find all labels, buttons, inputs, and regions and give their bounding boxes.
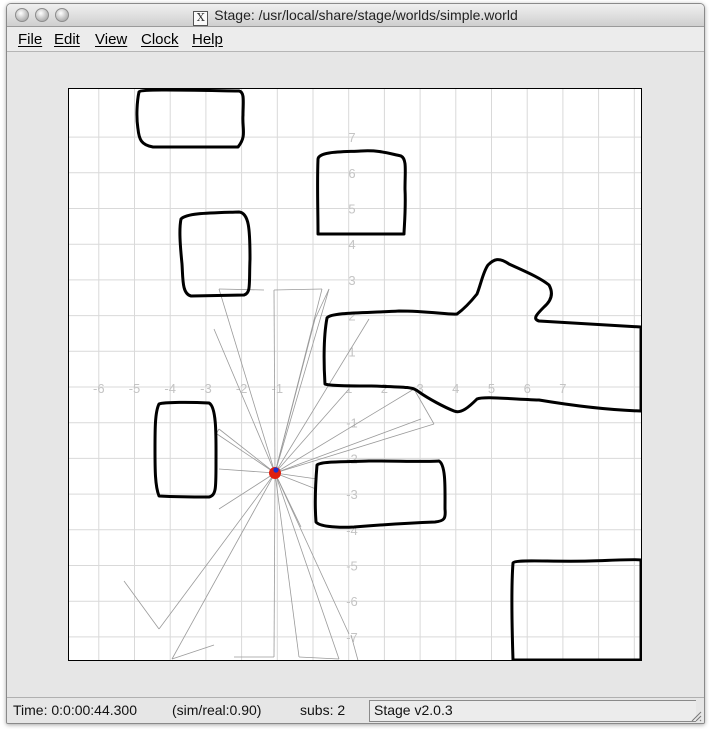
menu-view[interactable]: View bbox=[95, 31, 127, 48]
obstacle-block bbox=[153, 400, 218, 499]
laser-beam-end bbox=[273, 288, 323, 291]
laser-beam bbox=[218, 472, 276, 510]
x-tick-label: 1 bbox=[345, 381, 352, 396]
laser-beam bbox=[218, 428, 276, 474]
sim-real-ratio: (sim/real:0.90) bbox=[172, 702, 262, 718]
laser-beam bbox=[273, 289, 276, 474]
y-tick-label: -3 bbox=[346, 487, 358, 502]
y-tick-label: 3 bbox=[348, 273, 355, 288]
laser-beam bbox=[274, 318, 370, 474]
title-bar[interactable]: X Stage: /usr/local/share/stage/worlds/si… bbox=[7, 4, 704, 27]
y-tick-label: 6 bbox=[348, 166, 355, 181]
x-tick-label: 4 bbox=[452, 381, 459, 396]
robot-heading-marker bbox=[273, 467, 279, 473]
version-panel: Stage v2.0.3 bbox=[369, 700, 696, 722]
menu-file[interactable]: File bbox=[18, 31, 42, 48]
y-tick-label: -2 bbox=[346, 451, 358, 466]
stage-version: Stage v2.0.3 bbox=[374, 702, 453, 718]
y-tick-label: 4 bbox=[348, 237, 355, 252]
x-tick-label: 2 bbox=[381, 381, 388, 396]
menu-help[interactable]: Help bbox=[192, 31, 223, 48]
laser-beam bbox=[273, 472, 276, 658]
world-view[interactable]: -7-6-5-4-3-2-112345677654321-1-2-3-4-5-6… bbox=[69, 89, 641, 660]
x-tick-label: 6 bbox=[524, 381, 531, 396]
window-title-text: Stage: /usr/local/share/stage/worlds/sim… bbox=[214, 7, 518, 23]
laser-beam bbox=[216, 433, 276, 474]
resize-grip-icon[interactable] bbox=[690, 710, 702, 722]
sim-time: Time: 0:0:00:44.300 bbox=[13, 702, 138, 718]
x-tick-label: 5 bbox=[488, 381, 495, 396]
x-tick-label: -4 bbox=[164, 381, 176, 396]
obstacle-block bbox=[135, 89, 245, 149]
x11-icon: X bbox=[193, 11, 209, 26]
menu-edit[interactable]: Edit bbox=[54, 31, 80, 48]
laser-beam bbox=[218, 468, 276, 474]
y-tick-label: -5 bbox=[346, 559, 358, 574]
y-tick-label: 2 bbox=[348, 309, 355, 324]
menu-bar: File Edit View Clock Help bbox=[7, 27, 704, 52]
x-tick-label: -3 bbox=[200, 381, 212, 396]
obstacle-block bbox=[316, 149, 407, 236]
laser-beam-end bbox=[218, 288, 265, 291]
laser-beam bbox=[218, 288, 276, 474]
robot[interactable] bbox=[269, 467, 281, 479]
laser-beam-end bbox=[298, 656, 340, 660]
subscriptions-count: subs: 2 bbox=[300, 702, 346, 718]
laser-beam-end bbox=[123, 580, 160, 630]
laser-beam bbox=[274, 472, 350, 635]
menu-clock[interactable]: Clock bbox=[141, 31, 179, 48]
y-tick-label: 5 bbox=[348, 202, 355, 217]
x-tick-label: 7 bbox=[559, 381, 566, 396]
obstacle-block bbox=[178, 210, 252, 298]
obstacles bbox=[135, 89, 641, 660]
window-title: X Stage: /usr/local/share/stage/worlds/si… bbox=[7, 7, 704, 26]
status-bar: Time: 0:0:00:44.300 (sim/real:0.90) subs… bbox=[7, 697, 704, 723]
y-tick-label: -6 bbox=[346, 594, 358, 609]
laser-beam bbox=[213, 328, 276, 474]
laser-beam bbox=[274, 472, 318, 480]
obstacle-block bbox=[510, 558, 641, 660]
x-tick-label: -6 bbox=[93, 381, 105, 396]
y-tick-label: 7 bbox=[348, 130, 355, 145]
x-tick-label: -1 bbox=[272, 381, 284, 396]
y-tick-label: -4 bbox=[346, 523, 358, 538]
stage-window: X Stage: /usr/local/share/stage/worlds/si… bbox=[6, 3, 705, 724]
laser-beam-end bbox=[314, 288, 330, 320]
x-tick-label: -5 bbox=[129, 381, 141, 396]
obstacle-block bbox=[322, 258, 641, 414]
world-canvas[interactable]: -7-6-5-4-3-2-112345677654321-1-2-3-4-5-6… bbox=[68, 88, 642, 661]
